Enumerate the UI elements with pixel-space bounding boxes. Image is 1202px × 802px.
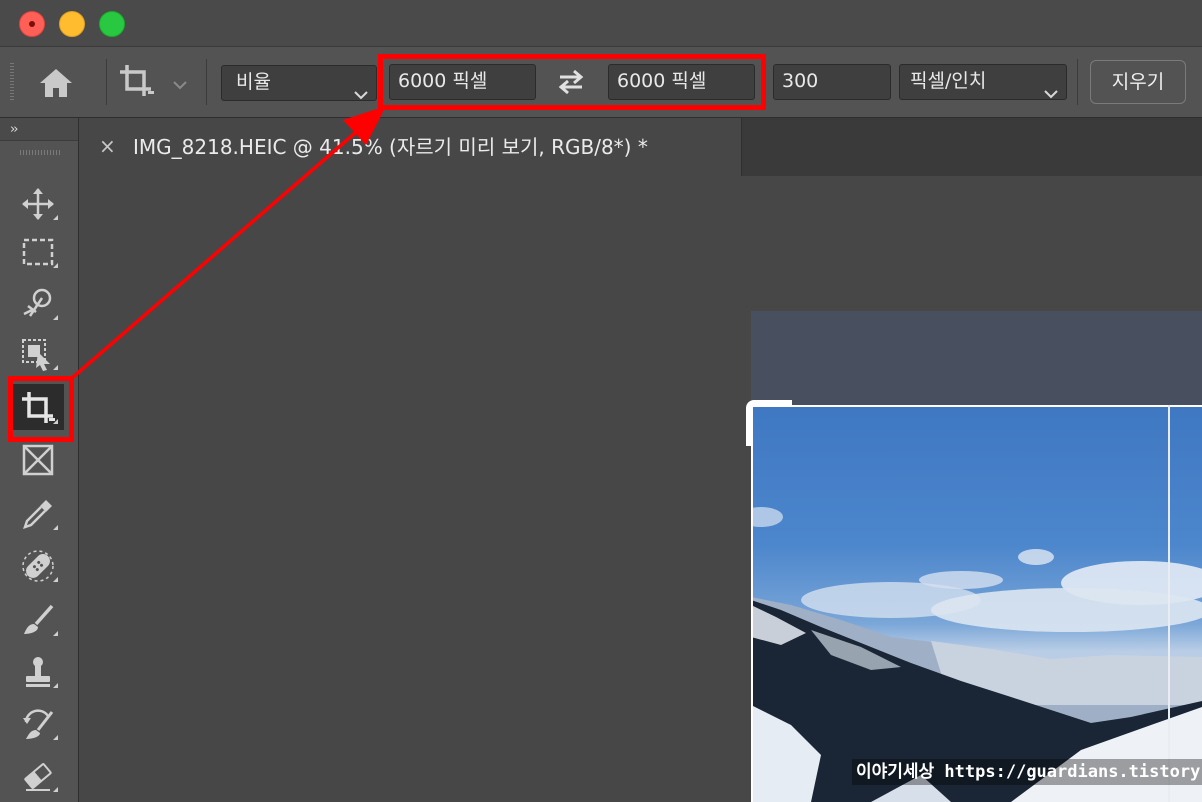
- tool-flyout-indicator: [53, 263, 58, 268]
- separator: [1077, 59, 1078, 105]
- crop-guide-line: [1168, 405, 1170, 802]
- object-selection-icon: [23, 288, 52, 317]
- clear-button[interactable]: 지우기: [1090, 60, 1186, 104]
- frame-icon: [22, 444, 54, 476]
- minimize-window-button[interactable]: [59, 11, 85, 37]
- history-brush-tool[interactable]: [12, 700, 64, 746]
- history-brush-icon: [23, 709, 54, 739]
- watermark: 이야기세상 https://guardians.tistory.com: [852, 759, 1202, 785]
- home-icon[interactable]: [36, 67, 76, 103]
- chevron-down-icon: [354, 78, 368, 110]
- tool-flyout-indicator: [53, 315, 58, 320]
- ratio-select-value: 비율: [236, 71, 271, 93]
- options-bar-grip[interactable]: [10, 63, 14, 101]
- window-titlebar: [0, 0, 1202, 47]
- tool-flyout-indicator: [53, 215, 58, 220]
- artboard-tool[interactable]: [12, 330, 64, 376]
- eyedropper-icon: [23, 500, 52, 529]
- eraser-tool[interactable]: [12, 752, 64, 798]
- chevron-down-icon: [1044, 77, 1058, 109]
- tool-flyout-indicator: [53, 735, 58, 740]
- annotation-highlight-size-fields: [378, 54, 766, 110]
- tool-flyout-indicator: [53, 683, 58, 688]
- artboard-icon: [22, 339, 50, 371]
- marquee-icon: [22, 238, 54, 266]
- separator: [206, 59, 207, 105]
- close-window-button[interactable]: [19, 11, 45, 37]
- crop-corner-handle[interactable]: [746, 400, 792, 446]
- move-icon: [22, 188, 54, 220]
- tools-panel-header: ››: [0, 118, 78, 141]
- clone-stamp-icon: [26, 657, 50, 687]
- brush-tool[interactable]: [12, 596, 64, 642]
- document-tab[interactable]: × IMG_8218.HEIC @ 41.5% (자르기 미리 보기, RGB/…: [85, 118, 742, 176]
- tools-panel: ››: [0, 118, 79, 802]
- move-tool[interactable]: [12, 180, 64, 226]
- clone-stamp-tool[interactable]: [12, 648, 64, 694]
- ratio-select[interactable]: 비율: [221, 65, 377, 101]
- tool-flyout-indicator: [53, 365, 58, 370]
- frame-tool[interactable]: [12, 436, 64, 482]
- expand-panel-icon[interactable]: ››: [10, 122, 19, 137]
- object-selection-tool[interactable]: [12, 280, 64, 326]
- close-tab-icon[interactable]: ×: [99, 134, 116, 158]
- healing-brush-tool[interactable]: [12, 542, 64, 588]
- tool-flyout-indicator: [53, 525, 58, 530]
- crop-bounding-box[interactable]: [751, 405, 1202, 802]
- eraser-icon: [24, 763, 52, 791]
- annotation-highlight-crop-tool: [8, 376, 74, 442]
- resolution-unit-select[interactable]: 픽셀/인치: [899, 64, 1067, 100]
- chevron-down-icon[interactable]: [172, 75, 188, 94]
- tool-flyout-indicator: [53, 577, 58, 582]
- zoom-window-button[interactable]: [99, 11, 125, 37]
- resolution-input[interactable]: 300: [773, 64, 891, 100]
- eyedropper-tool[interactable]: [12, 490, 64, 536]
- tool-flyout-indicator: [53, 787, 58, 792]
- document-tab-title: IMG_8218.HEIC @ 41.5% (자르기 미리 보기, RGB/8*…: [133, 135, 648, 159]
- tools-panel-grip[interactable]: [20, 150, 60, 155]
- brush-icon: [24, 604, 54, 634]
- resolution-unit-value: 픽셀/인치: [910, 70, 987, 92]
- healing-brush-icon: [22, 550, 54, 582]
- crop-icon[interactable]: [118, 63, 158, 103]
- tool-flyout-indicator: [53, 631, 58, 636]
- document-tab-bar: × IMG_8218.HEIC @ 41.5% (자르기 미리 보기, RGB/…: [85, 118, 1202, 176]
- marquee-tool[interactable]: [12, 228, 64, 274]
- separator: [106, 59, 107, 105]
